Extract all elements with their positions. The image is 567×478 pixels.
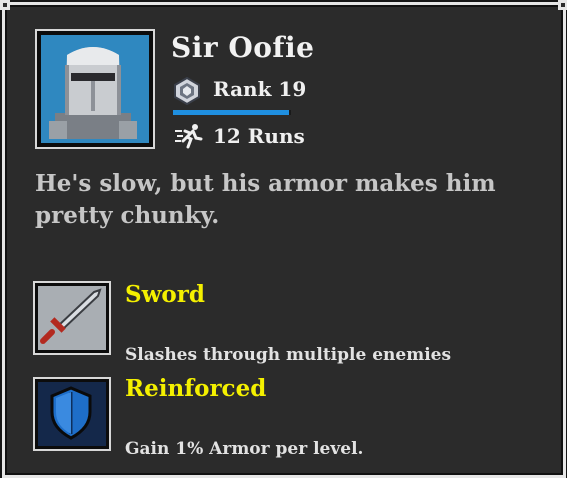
character-info-panel: Sir Oofie Rank 19 12 Runs He's slow, but… (0, 0, 567, 478)
rank-progress-bar (173, 110, 291, 115)
ability-icon-sword (33, 281, 111, 355)
running-figure-icon (175, 124, 203, 149)
rank-label: Rank 19 (213, 77, 307, 101)
rank-badge-icon (174, 77, 200, 105)
sword-icon (40, 288, 102, 344)
ability-name-sword: Sword (125, 281, 205, 308)
character-name: Sir Oofie (171, 31, 315, 64)
character-description: He's slow, but his armor makes him prett… (35, 170, 496, 229)
ability-icon-reinforced (33, 377, 111, 451)
shield-icon (50, 386, 92, 440)
ability-name-reinforced: Reinforced (125, 375, 267, 402)
panel-corner-ornament (0, 0, 10, 10)
ability-description-reinforced: Gain 1% Armor per level. (125, 439, 364, 459)
knight-helmet-icon (49, 47, 137, 139)
panel-corner-ornament (558, 0, 567, 10)
ability-description-sword: Slashes through multiple enemies (125, 345, 452, 365)
runs-count: 12 Runs (213, 124, 305, 148)
rank-progress-fill (173, 110, 289, 115)
character-portrait (35, 29, 155, 149)
